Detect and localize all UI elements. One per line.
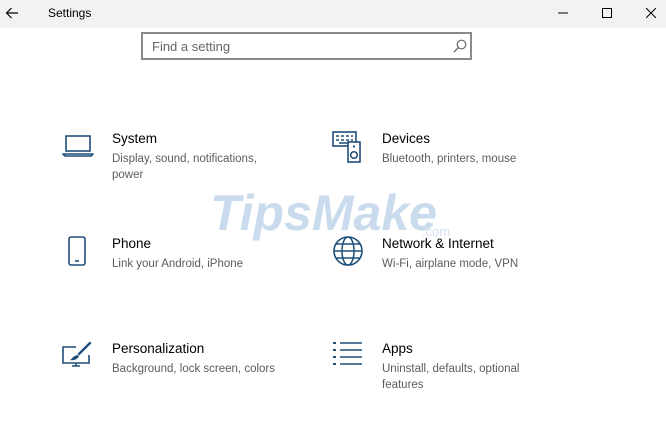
apps-list-icon bbox=[333, 342, 362, 365]
category-title: Personalization bbox=[112, 341, 205, 356]
category-title: Devices bbox=[382, 131, 431, 146]
minimize-button[interactable] bbox=[540, 0, 586, 26]
category-description: Uninstall, defaults, optional features bbox=[382, 363, 520, 391]
category-system[interactable]: System Display, sound, notifications, po… bbox=[62, 131, 302, 197]
paintbrush-icon bbox=[62, 341, 92, 367]
category-title: System bbox=[112, 131, 158, 146]
arrow-left-icon bbox=[5, 7, 18, 19]
search-box[interactable] bbox=[141, 32, 472, 60]
category-description: Wi-Fi, airplane mode, VPN bbox=[382, 258, 519, 270]
category-description: Background, lock screen, colors bbox=[112, 363, 275, 375]
devices-icon bbox=[332, 131, 361, 163]
category-devices[interactable]: Devices Bluetooth, printers, mouse bbox=[332, 131, 572, 197]
laptop-icon bbox=[62, 135, 94, 157]
window-title: Settings bbox=[48, 6, 92, 20]
category-apps[interactable]: Apps Uninstall, defaults, optional featu… bbox=[332, 341, 572, 407]
category-personalization[interactable]: Personalization Background, lock screen,… bbox=[62, 341, 302, 407]
phone-icon bbox=[68, 236, 86, 266]
category-title: Network & Internet bbox=[382, 236, 494, 251]
close-icon bbox=[646, 8, 656, 18]
category-title: Apps bbox=[382, 341, 413, 356]
settings-window: Settings TipsMake .com bbox=[0, 0, 666, 424]
close-button[interactable] bbox=[628, 0, 666, 26]
category-description: Link your Android, iPhone bbox=[112, 258, 244, 270]
category-description: Bluetooth, printers, mouse bbox=[382, 153, 517, 165]
maximize-button[interactable] bbox=[584, 0, 630, 26]
search-input[interactable] bbox=[143, 34, 452, 58]
title-bar: Settings bbox=[0, 0, 666, 28]
category-title: Phone bbox=[112, 236, 152, 251]
category-network-internet[interactable]: Network & Internet Wi-Fi, airplane mode,… bbox=[332, 236, 572, 302]
back-button[interactable] bbox=[0, 0, 24, 26]
globe-icon bbox=[333, 236, 363, 266]
category-phone[interactable]: Phone Link your Android, iPhone bbox=[62, 236, 302, 302]
search-icon[interactable] bbox=[453, 39, 467, 53]
category-description: Display, sound, notifications, power bbox=[112, 153, 257, 181]
maximize-icon bbox=[602, 8, 612, 18]
minimize-icon bbox=[558, 12, 568, 14]
